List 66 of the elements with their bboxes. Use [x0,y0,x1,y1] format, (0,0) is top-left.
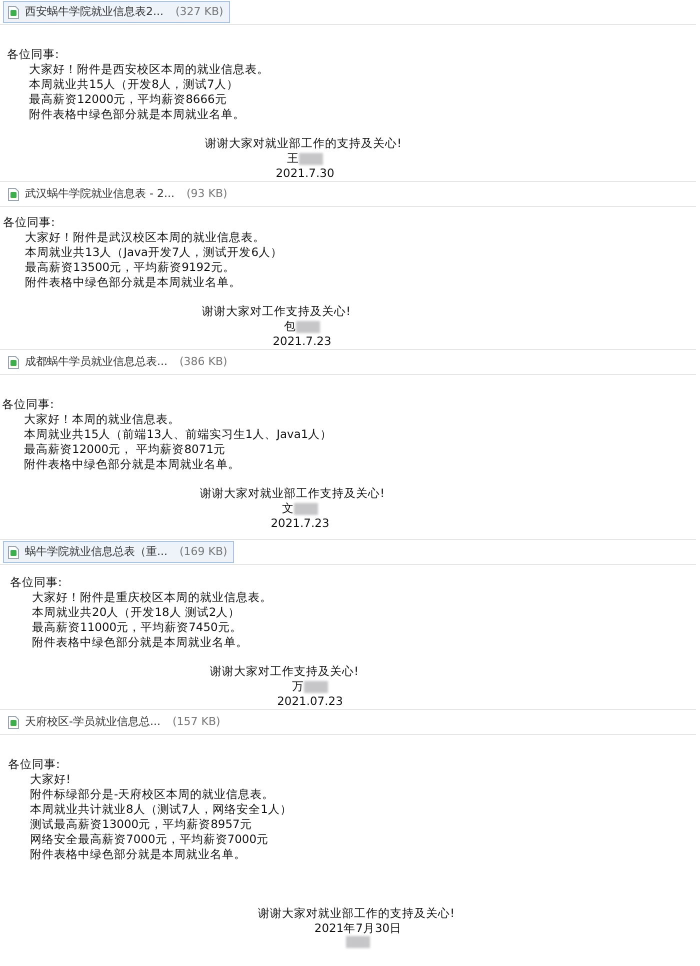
body-line: 本周就业共15人（开发8人，测试7人） [28,77,240,92]
signature-text: 谢谢大家对就业部工作的支持及关心! [205,136,402,151]
attachment-size: (386 KB) [180,354,228,370]
greeting-text: 各位同事: [7,47,60,62]
attachment-name: 天府校区-学员就业信息总... [25,714,160,730]
body-line: 附件表格中绿色部分就是本周就业名单。 [29,847,247,862]
body-line: 附件表格中绿色部分就是本周就业名单。 [24,275,242,290]
signature-name: 包 [284,319,296,334]
body-line: 大家好！附件是重庆校区本周的就业信息表。 [31,590,273,605]
spreadsheet-file-icon [8,546,19,558]
attachment-name: 西安蜗牛学院就业信息表2... [25,4,164,20]
greeting-text: 各位同事: [8,757,61,772]
attachment-name: 成都蜗牛学员就业信息总表... [25,354,168,370]
spreadsheet-file-icon [8,188,19,200]
redaction-block [294,502,318,514]
signature-text: 谢谢大家对就业部工作支持及关心! [200,486,385,501]
signature-name: 文 [282,501,294,516]
greeting-text: 各位同事: [2,397,55,412]
body-line: 附件表格中绿色部分就是本周就业名单。 [23,457,241,472]
body-line: 网络安全最高薪资7000元，平均薪资7000元 [29,832,270,847]
attachment-chip[interactable]: 蜗牛学院就业信息总表（重... (169 KB) [3,541,234,563]
signature-text: 谢谢大家对工作支持及关心! [210,664,359,679]
attachment-name: 武汉蜗牛学院就业信息表 - 2... [25,186,174,202]
attachment-chip[interactable]: 天府校区-学员就业信息总... (157 KB) [3,711,228,733]
body-line: 本周就业共13人（Java开发7人，测试开发6人） [24,245,284,260]
redaction-block [296,320,320,332]
attachment-size: (327 KB) [176,4,224,20]
attachment-chip[interactable]: 成都蜗牛学员就业信息总表... (386 KB) [3,351,234,373]
signature-text: 谢谢大家对工作支持及关心! [202,304,351,319]
body-line: 大家好! [29,772,72,787]
body-line: 大家好！本周的就业信息表。 [23,412,181,427]
attachment-size: (93 KB) [186,186,228,202]
spreadsheet-file-icon [8,6,19,18]
attachment-name: 蜗牛学院就业信息总表（重... [25,544,168,560]
signature-text: 2021.07.23 [277,694,343,709]
attachment-size: (169 KB) [180,544,228,560]
signature-name: 万 [292,679,304,694]
redaction-block [346,936,370,948]
body-line: 本周就业共20人（开发18人 测试2人） [31,605,242,620]
redaction-block [299,152,323,164]
body-line: 最高薪资12000元，平均薪资8666元 [28,92,228,107]
body-line: 大家好！附件是西安校区本周的就业信息表。 [28,62,270,77]
signature-text: 谢谢大家对就业部工作的支持及关心! [258,906,455,921]
body-line: 大家好！附件是武汉校区本周的就业信息表。 [24,230,266,245]
attachment-chip[interactable]: 西安蜗牛学院就业信息表2... (327 KB) [3,1,230,23]
body-line: 测试最高薪资13000元，平均薪资8957元 [29,817,253,832]
greeting-text: 各位同事: [10,575,63,590]
body-line: 本周就业共计就业8人（测试7人，网络安全1人） [29,802,293,817]
signature-text: 2021年7月30日 [314,921,402,936]
body-line: 附件表格中绿色部分就是本周就业名单。 [31,635,249,650]
signature-text: 2021.7.23 [270,516,330,531]
body-line: 附件标绿部分是-天府校区本周的就业信息表。 [29,787,276,802]
attachment-size: (157 KB) [172,714,220,730]
signature-text: 2021.7.23 [272,334,332,349]
signature-text: 2021.7.30 [276,166,334,181]
body-line: 本周就业共15人（前端13人、前端实习生1人、Java1人） [23,427,334,442]
redaction-block [304,680,328,692]
body-line: 最高薪资13500元，平均薪资9192元。 [24,260,236,275]
signature-name: 王 [287,151,299,166]
spreadsheet-file-icon [8,356,19,368]
attachment-chip[interactable]: 武汉蜗牛学院就业信息表 - 2... (93 KB) [3,183,234,205]
body-line: 附件表格中绿色部分就是本周就业名单。 [28,107,246,122]
body-line: 最高薪资11000元，平均薪资7450元。 [31,620,243,635]
greeting-text: 各位同事: [3,215,56,230]
body-line: 最高薪资12000元， 平均薪资8071元 [23,442,227,457]
spreadsheet-file-icon [8,716,19,728]
